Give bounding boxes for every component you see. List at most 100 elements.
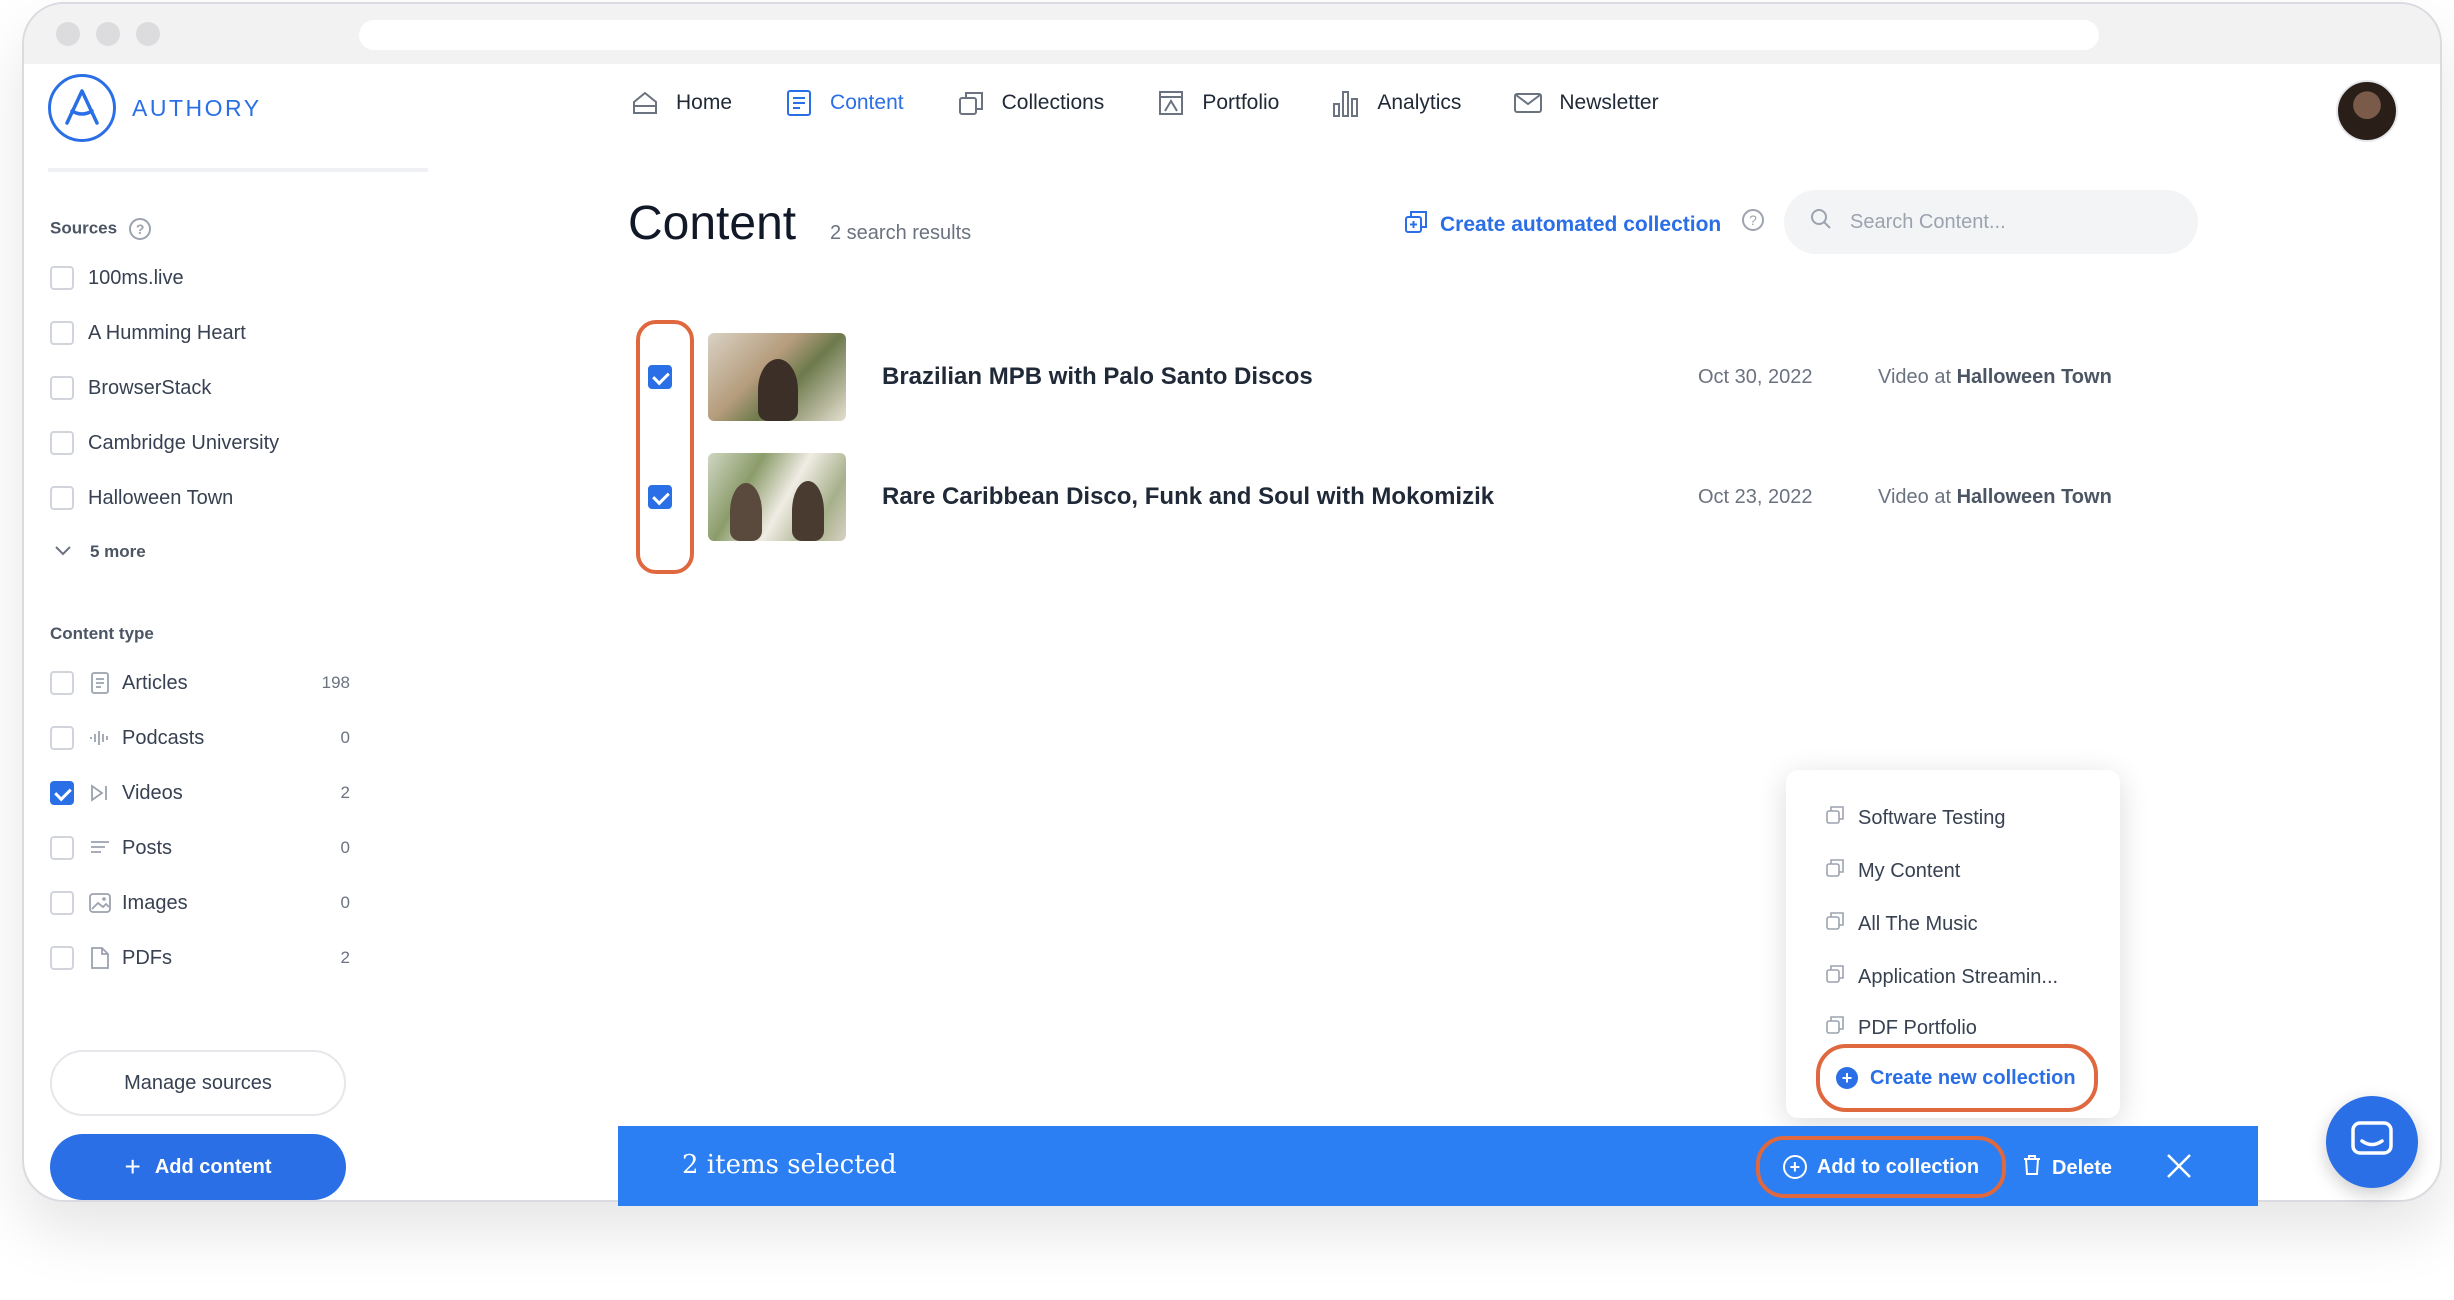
content-type-posts[interactable]: Posts 0 xyxy=(50,836,350,860)
collection-menu-label: My Content xyxy=(1858,859,1961,882)
content-type-checkbox[interactable] xyxy=(50,671,74,695)
nav-analytics[interactable]: Analytics xyxy=(1331,88,1461,118)
row-source-name[interactable]: Halloween Town xyxy=(1957,366,2112,388)
source-item[interactable]: Halloween Town xyxy=(50,486,233,510)
collection-menu-item[interactable]: Software Testing xyxy=(1826,806,2006,830)
nav-portfolio[interactable]: Portfolio xyxy=(1156,88,1279,118)
source-checkbox[interactable] xyxy=(50,486,74,510)
row-title[interactable]: Brazilian MPB with Palo Santo Discos xyxy=(882,363,1682,391)
source-label: A Humming Heart xyxy=(88,321,246,344)
content-row[interactable]: Rare Caribbean Disco, Funk and Soul with… xyxy=(628,452,2128,542)
trash-icon xyxy=(2022,1154,2042,1182)
content-type-label: Images xyxy=(122,891,188,914)
selected-count: 2 items selected xyxy=(682,1150,897,1180)
delete-label: Delete xyxy=(2052,1156,2113,1179)
brand-name: AUTHORY xyxy=(132,94,262,121)
add-to-collection-button[interactable]: + Add to collection xyxy=(1756,1136,2006,1198)
source-item[interactable]: A Humming Heart xyxy=(50,321,246,345)
collection-menu-item[interactable]: My Content xyxy=(1826,859,1960,883)
source-checkbox[interactable] xyxy=(50,266,74,290)
close-icon[interactable] xyxy=(2164,1148,2194,1190)
row-source-name[interactable]: Halloween Town xyxy=(1957,486,2112,508)
source-label: Cambridge University xyxy=(88,431,280,454)
content-type-articles[interactable]: Articles 198 xyxy=(50,671,350,695)
collection-menu-item[interactable]: PDF Portfolio xyxy=(1826,1016,1977,1040)
source-item[interactable]: 100ms.live xyxy=(50,266,184,290)
nav-portfolio-label: Portfolio xyxy=(1202,91,1280,114)
row-title[interactable]: Rare Caribbean Disco, Funk and Soul with… xyxy=(882,483,1682,511)
more-label: 5 more xyxy=(90,542,146,561)
content-type-images[interactable]: Images 0 xyxy=(50,891,350,915)
content-type-videos[interactable]: Videos 2 xyxy=(50,781,350,805)
create-new-collection-button[interactable]: + Create new collection xyxy=(1816,1044,2098,1112)
content-type-checkbox[interactable] xyxy=(50,946,74,970)
analytics-icon xyxy=(1331,88,1361,118)
chevron-down-icon xyxy=(54,542,72,562)
nav-home[interactable]: Home xyxy=(630,88,732,118)
nav-newsletter[interactable]: Newsletter xyxy=(1513,88,1659,118)
create-automated-collection-link[interactable]: Create automated collection xyxy=(1404,210,1721,240)
content-type-label: Videos xyxy=(122,781,183,804)
help-icon[interactable]: ? xyxy=(1742,209,1764,231)
collection-icon xyxy=(1826,806,1844,830)
video-thumbnail[interactable] xyxy=(708,333,846,421)
content-type-count: 2 xyxy=(340,783,350,802)
manage-sources-button[interactable]: Manage sources xyxy=(50,1050,346,1116)
row-source: Video at Halloween Town xyxy=(1878,366,2112,389)
collection-menu-item[interactable]: All The Music xyxy=(1826,912,1978,936)
chat-icon xyxy=(2350,1120,2394,1165)
source-checkbox[interactable] xyxy=(50,376,74,400)
sources-heading: Sources? xyxy=(50,218,152,240)
content-type-checkbox[interactable] xyxy=(50,781,74,805)
source-checkbox[interactable] xyxy=(50,431,74,455)
chat-support-button[interactable] xyxy=(2326,1096,2418,1188)
plus-circle-icon: + xyxy=(1836,1067,1858,1089)
nav-collections-label: Collections xyxy=(1001,91,1105,114)
video-icon xyxy=(88,781,112,805)
source-checkbox[interactable] xyxy=(50,321,74,345)
user-avatar[interactable] xyxy=(2336,80,2398,142)
address-bar[interactable] xyxy=(359,20,2099,50)
source-label: 100ms.live xyxy=(88,266,184,289)
show-more-sources[interactable]: 5 more xyxy=(50,542,146,562)
row-type: Video at xyxy=(1878,485,1952,508)
content-type-checkbox[interactable] xyxy=(50,726,74,750)
search-placeholder: Search Content... xyxy=(1850,210,2006,233)
nav-analytics-label: Analytics xyxy=(1377,91,1462,114)
nav-home-label: Home xyxy=(676,91,733,114)
nav-collections[interactable]: Collections xyxy=(956,88,1105,118)
delete-button[interactable]: Delete xyxy=(2022,1154,2112,1182)
source-item[interactable]: Cambridge University xyxy=(50,431,279,455)
source-item[interactable]: BrowserStack xyxy=(50,376,211,400)
collection-icon xyxy=(1826,965,1844,989)
selection-action-bar: 2 items selected + Add to collection Del… xyxy=(618,1126,2258,1206)
add-content-label: Add content xyxy=(154,1155,272,1178)
content-type-count: 198 xyxy=(321,673,350,692)
content-type-count: 0 xyxy=(340,728,350,747)
create-collection-label: Create new collection xyxy=(1870,1066,2076,1089)
content-type-count: 0 xyxy=(340,893,350,912)
content-type-podcasts[interactable]: Podcasts 0 xyxy=(50,726,350,750)
help-icon[interactable]: ? xyxy=(129,218,152,240)
window-close-dot[interactable] xyxy=(56,22,80,46)
content-type-pdfs[interactable]: PDFs 2 xyxy=(50,946,350,970)
plus-circle-icon: + xyxy=(1782,1155,1807,1179)
nav-newsletter-label: Newsletter xyxy=(1559,91,1659,114)
article-icon xyxy=(88,671,112,695)
window-maximize-dot[interactable] xyxy=(136,22,160,46)
podcast-icon xyxy=(88,726,112,750)
add-content-button[interactable]: + Add content xyxy=(50,1134,346,1200)
collections-icon xyxy=(956,88,986,118)
nav-content[interactable]: Content xyxy=(784,88,904,118)
brand-logo[interactable]: AUTHORY xyxy=(48,74,262,142)
collection-icon xyxy=(1826,859,1844,883)
window-minimize-dot[interactable] xyxy=(96,22,120,46)
content-type-checkbox[interactable] xyxy=(50,891,74,915)
content-type-checkbox[interactable] xyxy=(50,836,74,860)
video-thumbnail[interactable] xyxy=(708,453,846,541)
content-type-title: Content type xyxy=(50,624,154,643)
row-source: Video at Halloween Town xyxy=(1878,486,2112,509)
content-row[interactable]: Brazilian MPB with Palo Santo Discos Oct… xyxy=(628,332,2128,422)
search-input[interactable]: Search Content... xyxy=(1784,190,2198,254)
collection-menu-item[interactable]: Application Streamin... xyxy=(1826,965,2058,989)
